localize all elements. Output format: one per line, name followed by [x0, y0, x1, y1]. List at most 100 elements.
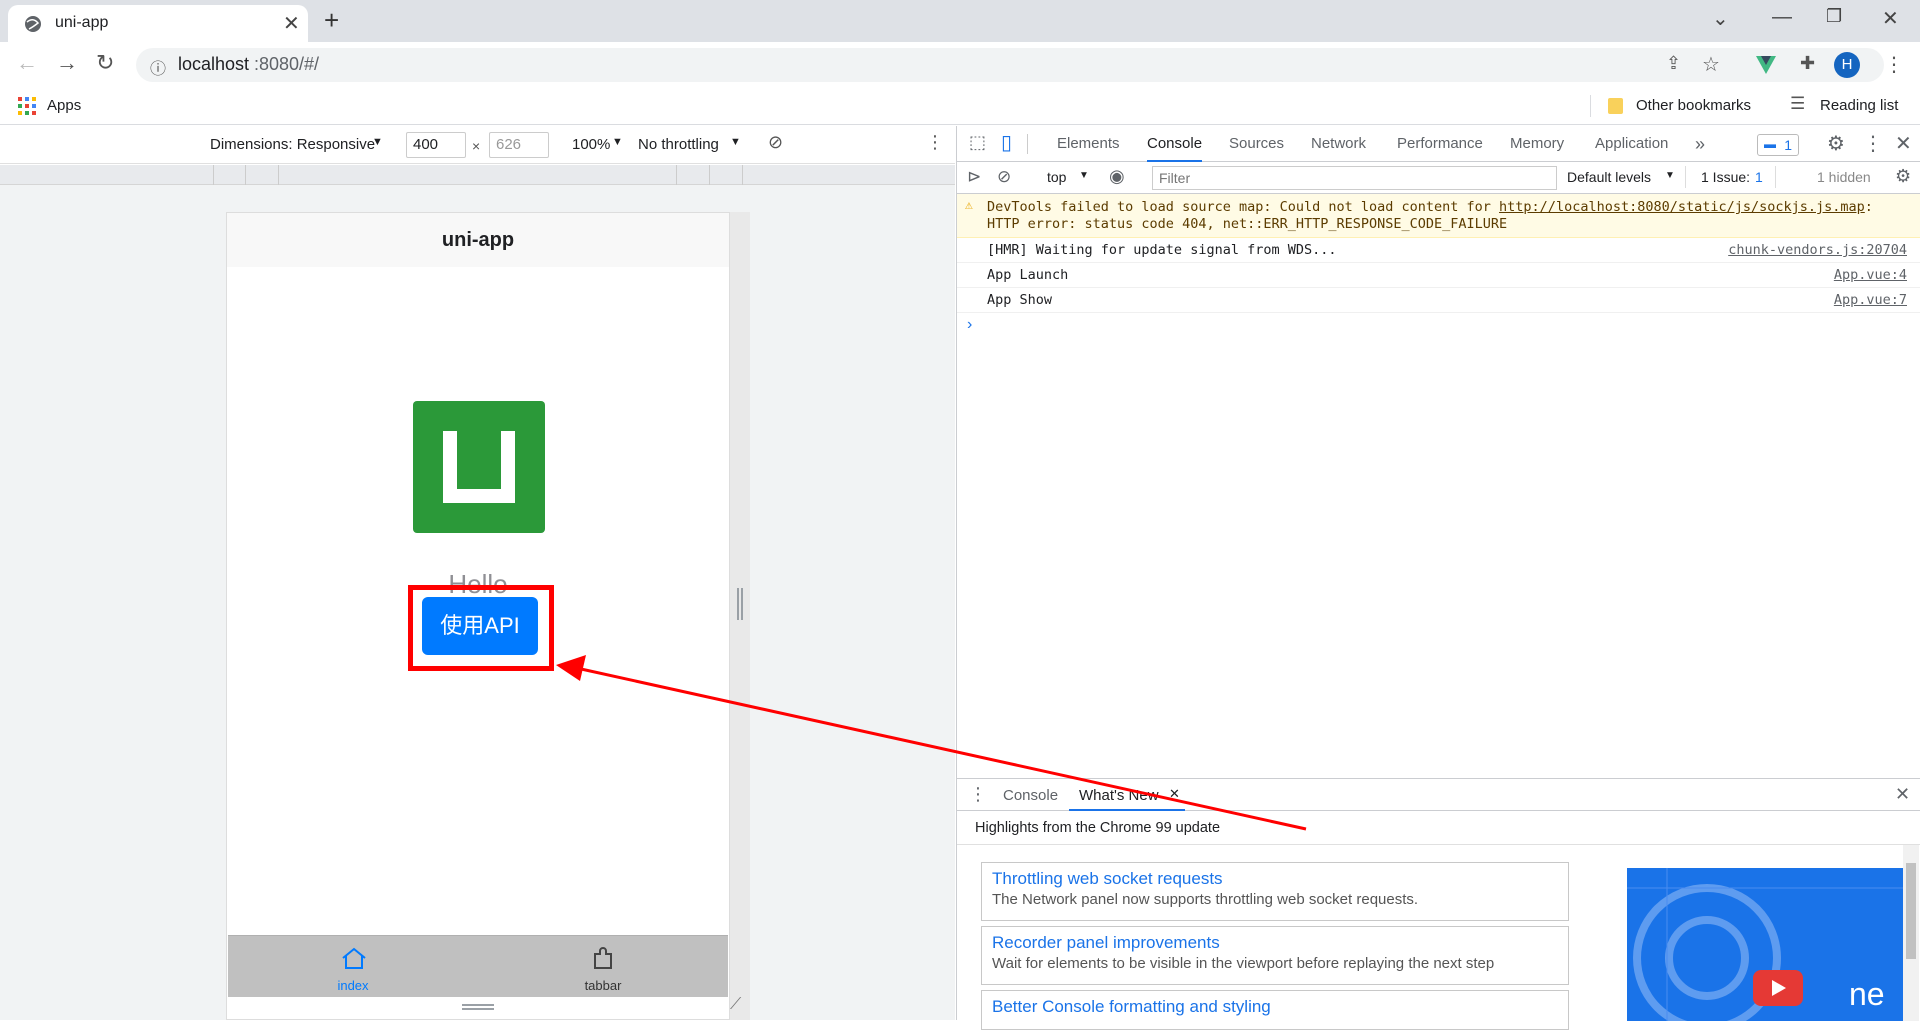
console-source-link[interactable]: chunk-vendors.js:20704	[1728, 242, 1907, 258]
share-icon[interactable]: ⇪	[1666, 53, 1681, 74]
more-tabs-button[interactable]: »	[1695, 126, 1705, 162]
whats-new-card[interactable]: Recorder panel improvements Wait for ele…	[981, 926, 1569, 985]
whats-new-card[interactable]: Throttling web socket requests The Netwo…	[981, 862, 1569, 921]
home-icon	[342, 947, 366, 969]
card-title: Throttling web socket requests	[992, 869, 1223, 888]
close-drawer-icon[interactable]: ✕	[1895, 784, 1910, 805]
console-source-link[interactable]: App.vue:4	[1834, 267, 1907, 283]
resize-handle-bottom[interactable]	[462, 1004, 494, 1006]
issues-count[interactable]: 1	[1755, 169, 1763, 185]
new-tab-button[interactable]: +	[324, 5, 339, 36]
url-host: localhost	[178, 54, 250, 74]
highlights-text: Highlights from the Chrome 99 update	[975, 820, 1221, 836]
clear-console-icon[interactable]: ⊘	[997, 167, 1011, 187]
console-message: App Launch	[987, 267, 1069, 283]
info-icon[interactable]: ⓘ	[150, 55, 166, 79]
vue-devtools-icon[interactable]	[1756, 56, 1776, 74]
sidebar-toggle-icon[interactable]: ⊳	[967, 167, 981, 187]
youtube-play-icon[interactable]	[1753, 970, 1803, 1006]
issues-link[interactable]: 1 Issue:	[1701, 169, 1750, 185]
throttling-caret-icon: ▼	[730, 136, 741, 148]
ruler-divider	[213, 165, 214, 185]
card-desc: Wait for elements to be visible in the v…	[992, 955, 1495, 972]
message-icon: ▬	[1764, 137, 1776, 151]
drawer-tabbar: ⋮ Console What's New ✕ ✕	[957, 779, 1920, 811]
settings-gear-icon[interactable]: ⚙	[1827, 131, 1845, 156]
width-input[interactable]: 400	[406, 132, 466, 158]
dimensions-select[interactable]: Dimensions: Responsive	[210, 136, 375, 153]
drawer-scrollbar[interactable]	[1903, 845, 1919, 1021]
resize-handle-right[interactable]	[737, 588, 739, 620]
tab-console[interactable]: Console	[1147, 126, 1203, 162]
whats-new-card[interactable]: Better Console formatting and styling	[981, 990, 1569, 1030]
browser-tab[interactable]: uni-app ✕	[8, 5, 308, 42]
device-viewport: uni-app Hello 使用API index tabbar	[226, 212, 730, 1020]
warning-link[interactable]: http://localhost:8080/static/js/sockjs.j…	[1499, 199, 1865, 215]
highlights-header: Highlights from the Chrome 99 update	[957, 811, 1920, 845]
forward-button[interactable]: →	[56, 50, 78, 76]
rotate-icon[interactable]: ⊘	[768, 132, 783, 153]
console-source-link[interactable]: App.vue:7	[1834, 292, 1907, 308]
inspect-icon[interactable]: ⬚	[969, 132, 986, 153]
tab-memory[interactable]: Memory	[1510, 126, 1564, 162]
height-input[interactable]: 626	[489, 132, 549, 158]
bookmark-star-icon[interactable]: ☆	[1702, 52, 1720, 77]
devtools-menu-icon[interactable]: ⋮	[1863, 131, 1883, 156]
card-desc: The Network panel now supports throttlin…	[992, 891, 1419, 908]
reload-button[interactable]: ↻	[96, 50, 114, 76]
url-rest: :8080/#/	[254, 54, 320, 74]
folder-icon	[1608, 98, 1623, 114]
tab-application[interactable]: Application	[1595, 126, 1668, 162]
log-levels-select[interactable]: Default levels	[1567, 169, 1651, 185]
throttling-select[interactable]: No throttling	[638, 136, 719, 153]
close-tab-icon[interactable]: ✕	[1169, 786, 1180, 802]
play-triangle	[1772, 980, 1786, 996]
scrollbar-thumb[interactable]	[1906, 863, 1916, 959]
tab-sources[interactable]: Sources	[1229, 126, 1284, 162]
device-more-icon[interactable]: ⋮	[926, 132, 944, 153]
resize-corner-icon[interactable]: ⟋	[730, 996, 741, 1014]
tab-performance[interactable]: Performance	[1397, 126, 1483, 162]
browser-menu-icon[interactable]: ⋮	[1884, 52, 1904, 77]
devtools-panel: ⬚ ▯ Elements Console Sources Network Per…	[956, 126, 1920, 1030]
drawer-tab-console[interactable]: Console	[1003, 787, 1058, 804]
drawer-tab-whats-new[interactable]: What's New ✕	[1069, 779, 1185, 811]
logo-u-shape	[443, 431, 515, 503]
extensions-icon[interactable]: ✚	[1800, 53, 1815, 74]
console-warning-row: ⚠ DevTools failed to load source map: Co…	[957, 194, 1920, 238]
drawer-menu-icon[interactable]: ⋮	[969, 784, 987, 805]
tab-close-icon[interactable]: ✕	[283, 11, 300, 36]
device-toggle-icon[interactable]: ▯	[1001, 130, 1012, 155]
live-expression-eye-icon[interactable]: ◉	[1109, 166, 1125, 187]
bookmark-other[interactable]: Other bookmarks	[1636, 97, 1751, 114]
whats-new-video-thumbnail[interactable]: ne	[1627, 868, 1903, 1021]
context-select[interactable]: top	[1047, 169, 1066, 185]
tab-index[interactable]: index	[228, 936, 478, 996]
tab-network[interactable]: Network	[1311, 126, 1366, 162]
puzzle-icon	[594, 947, 612, 969]
media-query-ruler	[0, 165, 955, 185]
times-sign: ×	[472, 138, 481, 154]
ruler-divider	[742, 165, 743, 185]
console-settings-icon[interactable]: ⚙	[1895, 166, 1911, 187]
tab-tabbar[interactable]: tabbar	[478, 936, 728, 996]
zoom-select[interactable]: 100%	[572, 136, 610, 153]
tab-tabbar-label: tabbar	[584, 978, 622, 993]
bookmark-apps[interactable]: Apps	[47, 97, 81, 114]
address-bar[interactable]: ⓘ localhost :8080/#/ ⇪ ☆ ✚ H ⋮	[136, 48, 1904, 82]
back-button[interactable]: ←	[16, 50, 38, 76]
bookmark-reading-list[interactable]: Reading list	[1820, 97, 1898, 114]
close-window-button[interactable]: ✕	[1882, 6, 1899, 31]
tab-search-icon[interactable]: ⌄	[1712, 6, 1729, 31]
app-logo	[413, 401, 545, 533]
profile-avatar[interactable]: H	[1834, 52, 1860, 78]
close-devtools-icon[interactable]: ✕	[1895, 131, 1912, 156]
tab-elements[interactable]: Elements	[1057, 126, 1120, 162]
issues-badge[interactable]: ▬ 1	[1757, 134, 1799, 156]
ruler-divider	[676, 165, 677, 185]
restore-button[interactable]: ❐	[1826, 6, 1842, 27]
console-prompt[interactable]: ›	[967, 316, 972, 334]
console-filter-input[interactable]	[1152, 166, 1557, 190]
context-caret-icon: ▼	[1079, 170, 1089, 181]
minimize-button[interactable]: —	[1772, 6, 1792, 29]
